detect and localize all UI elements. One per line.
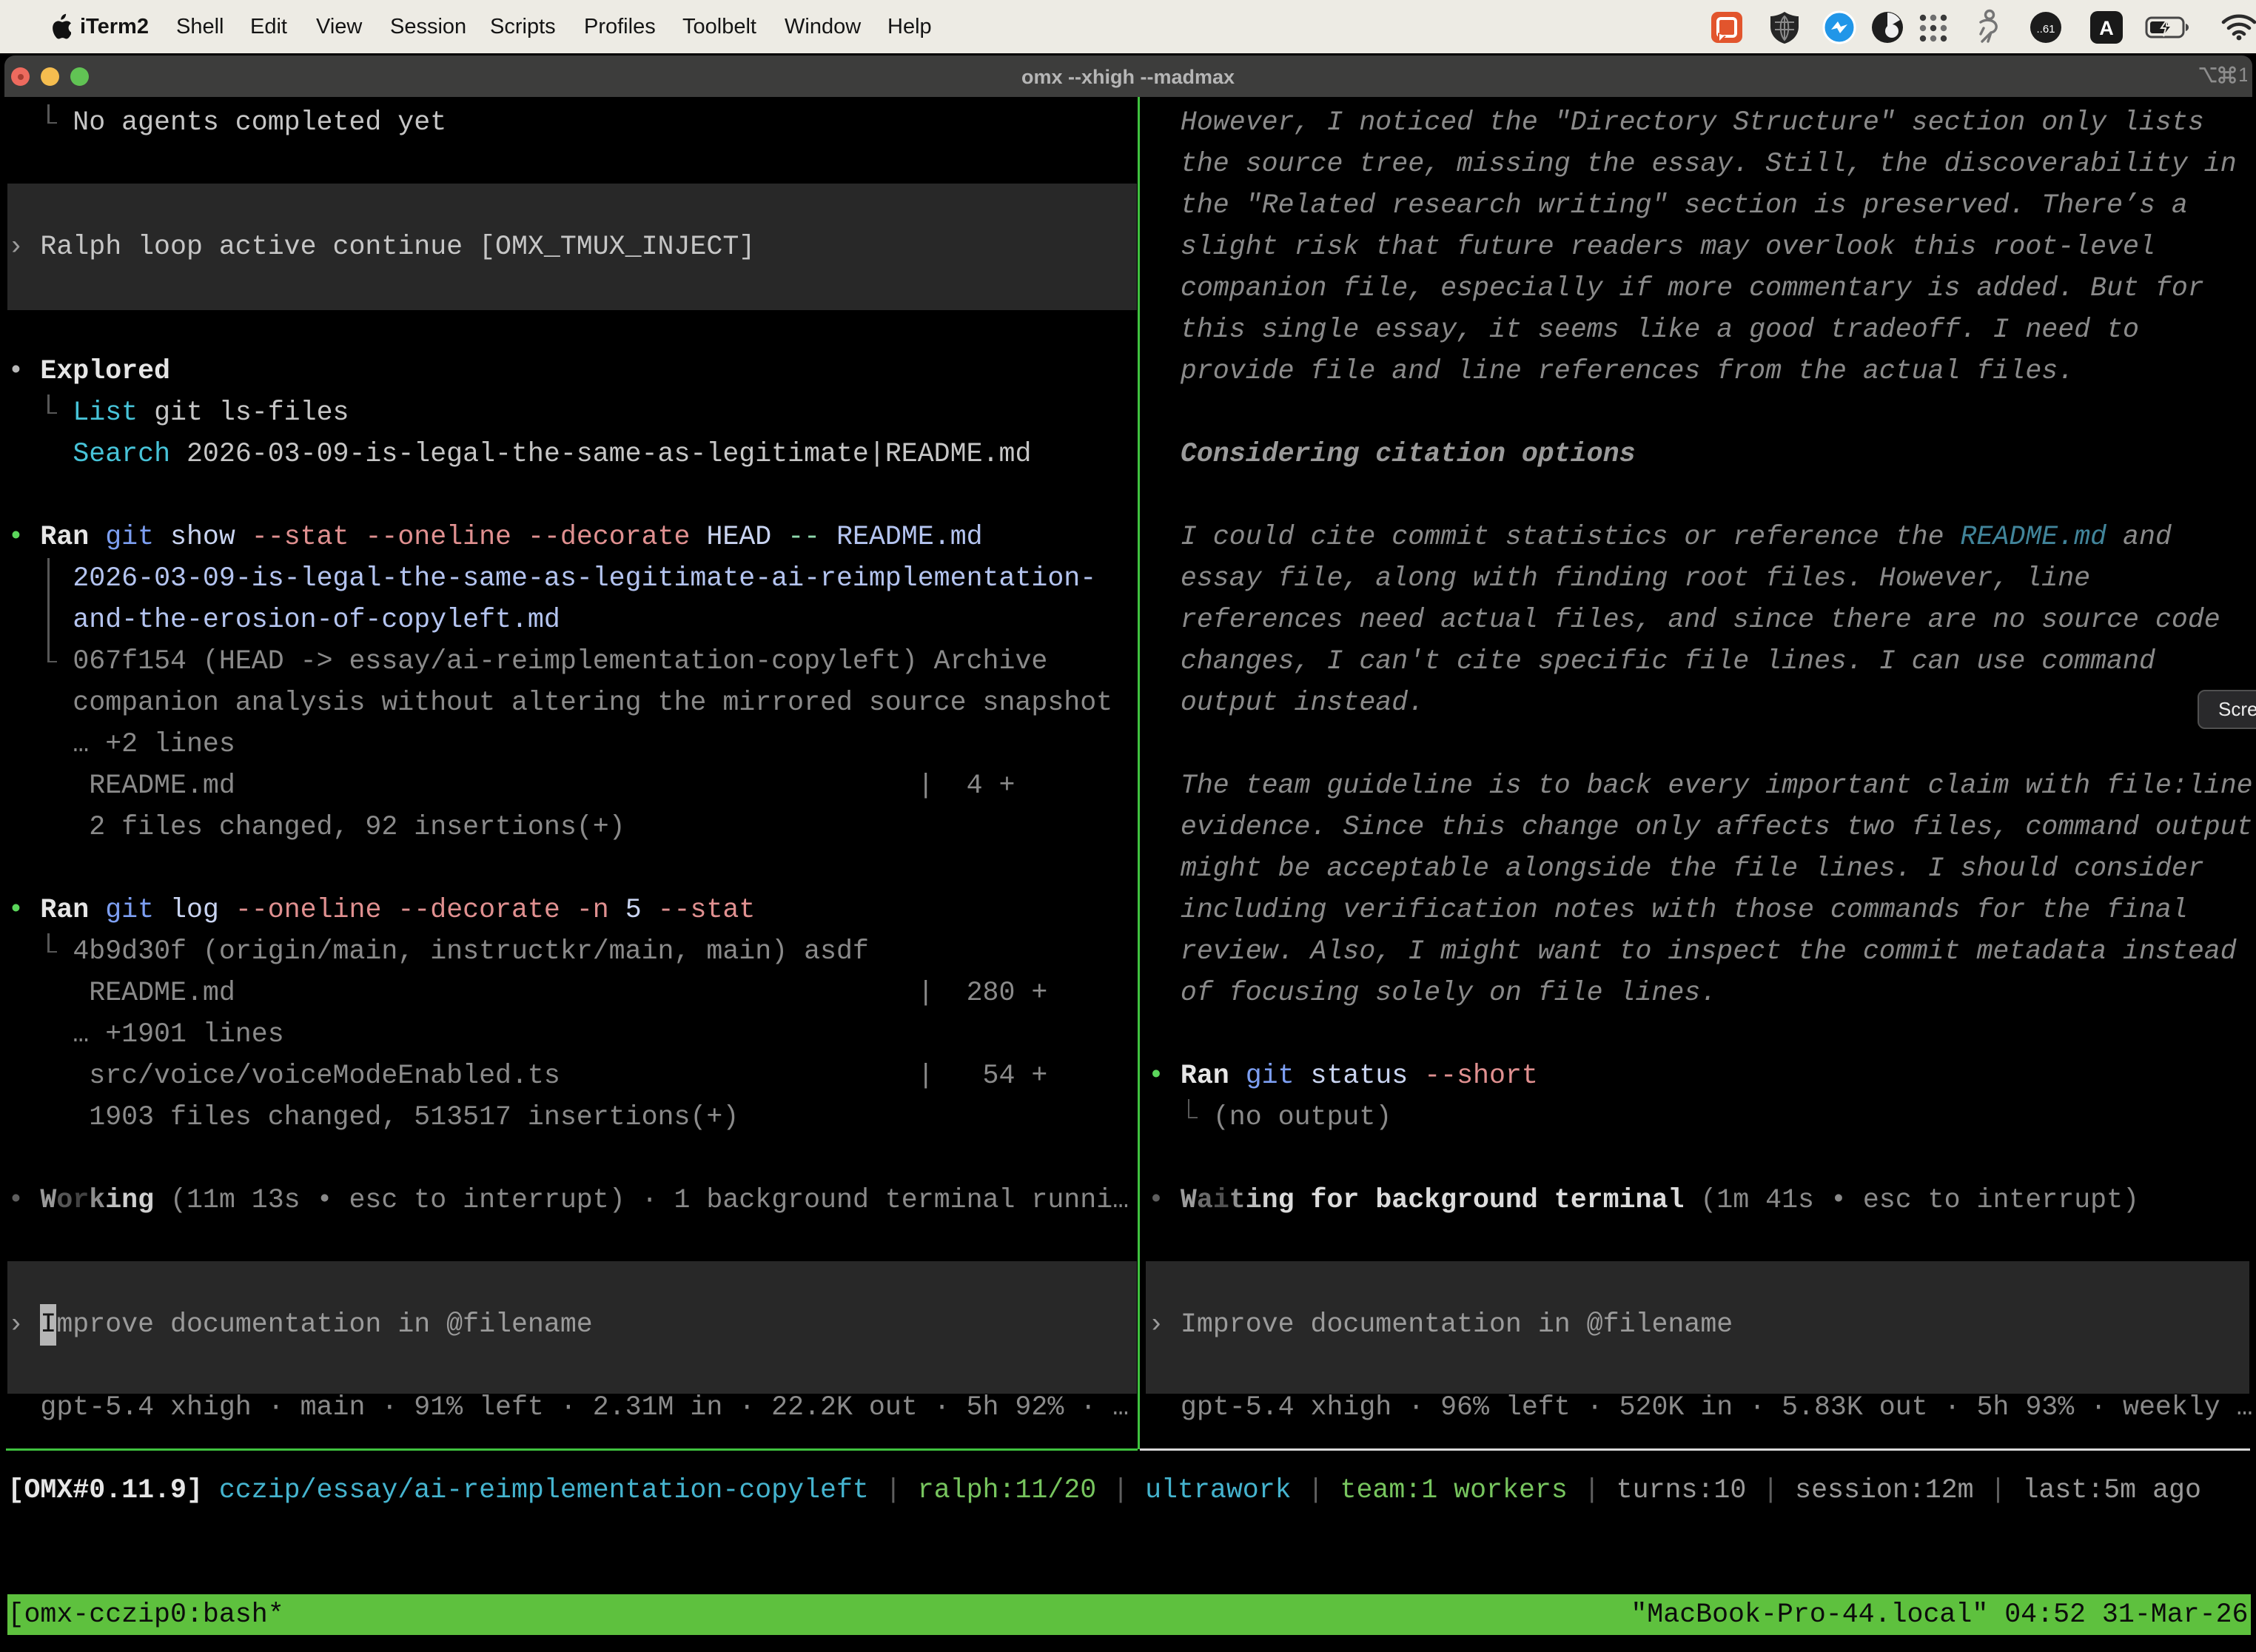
svg-text:1: 1 <box>2238 66 2247 84</box>
svg-text:A: A <box>2099 17 2114 39</box>
svg-text:..61: ..61 <box>2036 23 2055 36</box>
